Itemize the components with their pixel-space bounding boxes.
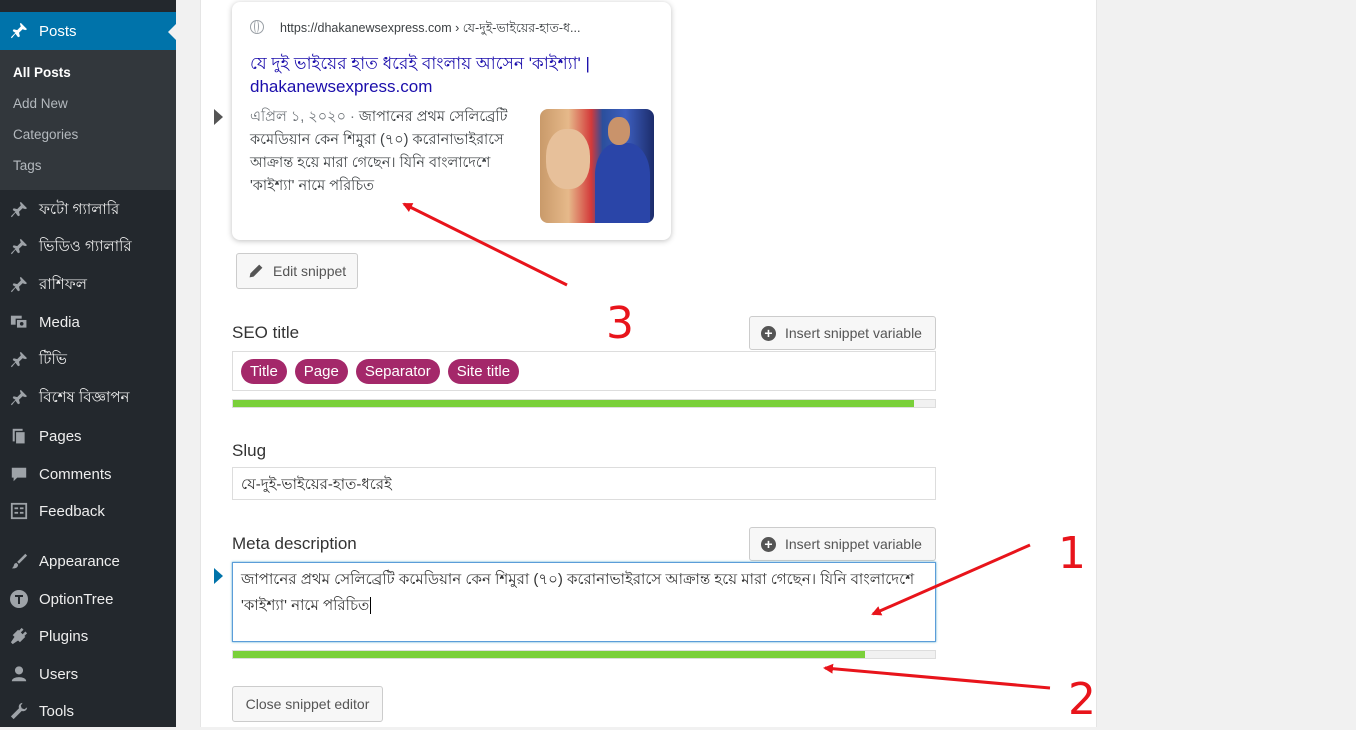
annotation-arrows — [402, 202, 1051, 690]
annotation-number-2: 2 — [1068, 674, 1096, 725]
arrow-3 — [402, 202, 568, 287]
annotation-number-3: 3 — [606, 298, 634, 349]
arrow-1 — [871, 543, 1031, 616]
arrow-2 — [823, 663, 1051, 690]
annotation-number-1: 1 — [1058, 528, 1086, 579]
